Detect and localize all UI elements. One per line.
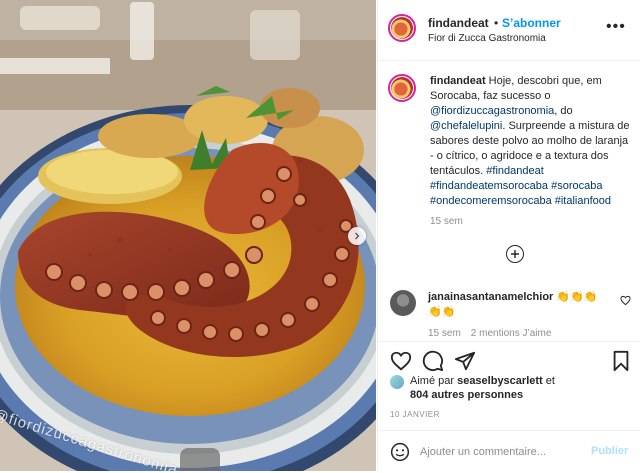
share-icon[interactable]: [454, 350, 476, 372]
likes-line: Aimé par seaselbyscarlett et: [410, 375, 555, 387]
comment-mentions[interactable]: 2 mentions J’aime: [471, 328, 552, 339]
comment-input[interactable]: [420, 441, 588, 463]
comment-like-icon[interactable]: [620, 295, 631, 306]
post-side-panel: findandeat • S’abonner Fior di Zucca Gas…: [377, 0, 640, 472]
caption-text: findandeat Hoje, descobri que, em Soroca…: [430, 74, 630, 209]
author-avatar[interactable]: [388, 14, 416, 42]
likes-count[interactable]: 804 autres personnes: [410, 389, 523, 401]
comment-text: janainasantanamelchior 👏👏👏👏👏: [428, 290, 608, 320]
caption-segment-2: , do: [554, 105, 573, 117]
comment-meta: 15 sem 2 mentions J’aime: [428, 328, 561, 339]
chevron-right-icon: [355, 232, 360, 240]
hashtag-italianfood[interactable]: #italianfood: [555, 195, 611, 207]
emoji-icon[interactable]: [390, 442, 410, 462]
post-location[interactable]: Fior di Zucca Gastronomia: [428, 33, 546, 44]
heart-icon[interactable]: [390, 350, 412, 372]
octopus-dish-image: [0, 0, 376, 471]
publish-button[interactable]: Publier: [591, 445, 628, 457]
bookmark-icon[interactable]: [610, 350, 632, 372]
caption-author-avatar[interactable]: [388, 74, 416, 102]
plus-icon: [511, 250, 519, 258]
hashtag-sorocaba[interactable]: #sorocaba: [551, 180, 602, 192]
commenter-avatar[interactable]: [390, 290, 416, 316]
load-more-comments-button[interactable]: [506, 245, 524, 263]
carousel-next-button[interactable]: [348, 227, 366, 245]
hashtag-findandeat[interactable]: #findandeat: [486, 165, 544, 177]
add-comment-bar: Publier: [378, 430, 640, 473]
hashtag-findandeatemsorocaba[interactable]: #findandeatemsorocaba: [430, 180, 548, 192]
liked-prefix: Aimé par: [410, 375, 458, 387]
post-actions: Aimé par seaselbyscarlett et 804 autres …: [378, 341, 640, 472]
header-separator: •: [494, 16, 499, 30]
caption-block: findandeat Hoje, descobri que, em Soroca…: [378, 60, 640, 286]
liked-by-username[interactable]: seaselbyscarlett: [457, 375, 543, 387]
instagram-post: @fiordizuccagastronomia findandeat • S’a…: [0, 0, 640, 472]
post-header: findandeat • S’abonner Fior di Zucca Gas…: [378, 0, 640, 61]
more-options-button[interactable]: •••: [606, 18, 626, 36]
follow-button[interactable]: S’abonner: [502, 16, 561, 30]
mention-chefalelupini[interactable]: @chefalelupini: [430, 120, 502, 132]
post-date[interactable]: 10 JANVIER: [390, 410, 440, 419]
caption-time: 15 sem: [430, 216, 463, 227]
post-photo[interactable]: @fiordizuccagastronomia: [0, 0, 376, 471]
liker-avatar[interactable]: [390, 375, 404, 389]
commenter-username[interactable]: janainasantanamelchior: [428, 291, 553, 303]
comment-icon[interactable]: [422, 350, 444, 372]
hashtag-ondecomeremsorocaba[interactable]: #ondecomeremsorocaba: [430, 195, 552, 207]
liked-and: et: [542, 375, 555, 387]
comment-item: janainasantanamelchior 👏👏👏👏👏 15 sem 2 men…: [378, 282, 640, 342]
comment-time: 15 sem: [428, 328, 461, 339]
caption-username[interactable]: findandeat: [430, 75, 486, 87]
mention-fiordizucca[interactable]: @fiordizuccagastronomia: [430, 105, 554, 117]
author-username[interactable]: findandeat: [428, 16, 489, 30]
